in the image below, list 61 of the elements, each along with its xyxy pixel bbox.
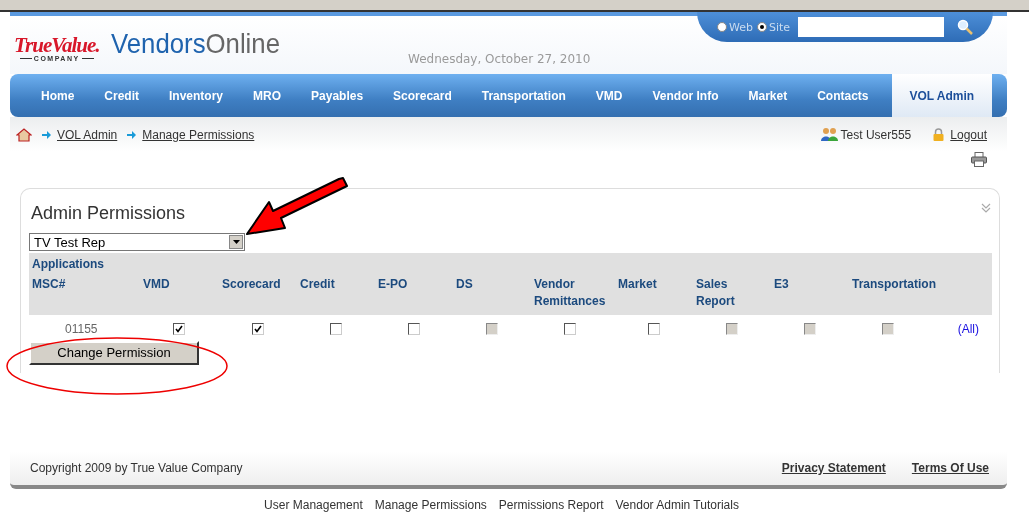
panel-title: Admin Permissions (31, 203, 186, 224)
column-header: MSC# (32, 276, 67, 293)
select-all-link[interactable]: (All) (957, 322, 979, 336)
footer-link[interactable]: Privacy Statement (781, 461, 886, 475)
permission-checkbox[interactable] (408, 323, 420, 335)
current-date: Wednesday, October 27, 2010 (408, 52, 591, 66)
lock-icon (933, 128, 945, 141)
bottom-link[interactable]: Permissions Report (498, 498, 604, 512)
column-header: E-PO (378, 276, 409, 293)
nav-tab[interactable]: Vendor Info (637, 74, 734, 117)
bottom-link[interactable]: Vendor Admin Tutorials (615, 498, 739, 512)
site-title: VendorsOnline (111, 27, 281, 61)
bottom-link[interactable]: Manage Permissions (374, 498, 487, 512)
nav-tab[interactable]: Scorecard (378, 74, 467, 117)
nav-tab[interactable]: Inventory (154, 74, 239, 117)
nav-tab[interactable]: VOL Admin (891, 74, 993, 117)
radio-button[interactable] (757, 22, 767, 32)
column-header: Sales Report (696, 276, 736, 310)
arrow-icon (127, 130, 137, 139)
copyright-text: Copyright 2009 by True Value Company (30, 461, 243, 475)
home-icon[interactable] (16, 127, 32, 142)
nav-tab[interactable]: Market (733, 74, 803, 117)
printer-icon[interactable] (971, 152, 987, 167)
column-header: VMD (143, 276, 171, 293)
msc-number: 01155 (64, 322, 99, 336)
group-heading: Applications (32, 257, 105, 271)
nav-tab[interactable]: Credit (89, 74, 154, 117)
breadcrumb-link[interactable]: Manage Permissions (142, 127, 255, 142)
column-header: Transportation (852, 276, 937, 293)
column-header: DS (456, 276, 474, 293)
radio-label: Web (729, 20, 753, 34)
nav-tab[interactable]: Transportation (466, 74, 581, 117)
arrow-icon (42, 130, 51, 139)
search-field[interactable] (798, 17, 945, 37)
user-name: Test User555 (840, 127, 912, 142)
nav-tab[interactable]: VMD (580, 74, 638, 117)
radio-button[interactable] (717, 22, 727, 32)
column-header: Market (618, 276, 658, 293)
change-permission-button[interactable]: Change Permission (29, 340, 199, 365)
footer-link[interactable]: Terms Of Use (911, 461, 989, 475)
users-icon (820, 127, 838, 142)
permission-checkbox[interactable] (648, 323, 660, 335)
breadcrumb-link[interactable]: VOL Admin (57, 127, 118, 142)
column-header: E3 (774, 276, 790, 293)
logout-link[interactable]: Logout (950, 127, 987, 142)
column-header: Vendor Remittances (534, 276, 606, 310)
nav-tab[interactable]: Contacts (802, 74, 884, 117)
nav-tab[interactable]: Home (26, 74, 90, 117)
caret-icon (232, 240, 240, 244)
nav-tab[interactable]: MRO (238, 74, 297, 117)
bottom-link[interactable]: User Management (264, 498, 363, 512)
rep-dropdown[interactable]: TV Test Rep (29, 233, 245, 251)
permission-checkbox[interactable] (252, 323, 264, 335)
permission-checkbox[interactable] (330, 323, 342, 335)
radio-label: Site (769, 20, 791, 34)
brand-logo: TrueValue. (14, 35, 100, 55)
column-header: Credit (300, 276, 336, 293)
permission-checkbox[interactable] (173, 323, 185, 335)
nav-tab[interactable]: Payables (296, 74, 379, 117)
column-header: Scorecard (222, 276, 282, 293)
permission-checkbox[interactable] (564, 323, 576, 335)
